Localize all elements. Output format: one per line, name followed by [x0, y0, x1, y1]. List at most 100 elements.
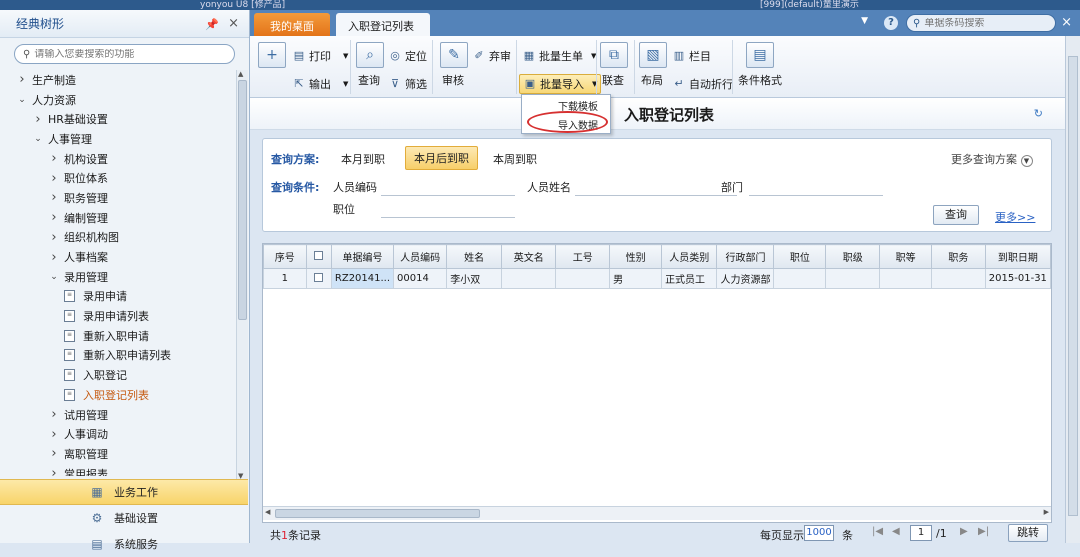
table-cell[interactable]: 1 — [263, 268, 307, 289]
chevron-right-icon[interactable]: › — [48, 446, 60, 461]
chevron-right-icon[interactable]: › — [32, 112, 44, 127]
row-checkbox[interactable] — [314, 272, 324, 282]
scroll-left-icon[interactable]: ◀ — [265, 508, 270, 516]
table-cell[interactable] — [305, 268, 332, 289]
sidebar-scroll-thumb[interactable] — [238, 80, 247, 320]
scroll-up-icon[interactable]: ▲ — [238, 70, 243, 78]
tree-item[interactable]: › 编制管理 — [0, 208, 236, 228]
tree-item[interactable]: ≡ 重新入职申请列表 — [0, 346, 236, 366]
column-header[interactable]: 职务 — [931, 244, 986, 269]
tree-item[interactable]: › 生产制造 — [0, 70, 236, 90]
query-submit-button[interactable]: 查询 — [933, 205, 979, 225]
field-person-code-input[interactable] — [381, 195, 515, 196]
page-input[interactable]: 1 — [910, 525, 932, 541]
sidebar-search-input[interactable] — [34, 48, 215, 60]
column-header[interactable]: 职等 — [879, 244, 933, 269]
grid-hscroll-thumb[interactable] — [275, 509, 480, 518]
chevron-right-icon[interactable]: › — [48, 466, 60, 476]
conditional-format-icon[interactable]: ▤ — [746, 42, 774, 68]
table-cell[interactable]: 2015-01-31 — [984, 268, 1051, 289]
tree-item[interactable]: ⌄ 人力资源 — [0, 90, 236, 110]
tree-item[interactable]: › HR基础设置 — [0, 109, 236, 129]
conditional-format-button[interactable]: 条件格式 — [738, 72, 782, 88]
add-icon[interactable]: + — [258, 42, 286, 68]
table-cell[interactable]: 李小双 — [446, 268, 502, 289]
chevron-right-icon[interactable]: › — [48, 407, 60, 422]
barcode-search[interactable]: ⚲ — [906, 14, 1056, 32]
module-1[interactable]: ⚙ 基础设置 — [0, 505, 248, 531]
pin-icon[interactable]: 📌 — [205, 18, 219, 31]
column-header[interactable]: 职位 — [773, 244, 827, 269]
more-conditions-link[interactable]: 更多>> — [995, 209, 1035, 225]
column-header[interactable]: 英文名 — [500, 244, 557, 269]
tree-item[interactable]: ≡ 入职登记 — [0, 365, 236, 385]
scroll-right-icon[interactable]: ▶ — [1044, 508, 1049, 516]
table-row[interactable]: 1 RZ20141... 00014 李小双 男正式员工 人力资源部 2015-01-31 — [263, 268, 1051, 289]
table-cell[interactable] — [931, 268, 986, 289]
barcode-search-input[interactable] — [924, 17, 1035, 29]
tree-item[interactable]: › 常用报表 — [0, 464, 236, 476]
table-cell[interactable]: 人力资源部 — [716, 268, 775, 289]
page-scrollbar[interactable] — [1065, 36, 1080, 543]
chevron-right-icon[interactable]: › — [48, 230, 60, 245]
query-button[interactable]: 查询 — [358, 72, 380, 88]
export-button[interactable]: ⇱ 输出 ▼ — [292, 76, 348, 92]
table-cell[interactable] — [825, 268, 881, 289]
module-0[interactable]: ▦ 业务工作 — [0, 479, 248, 505]
select-all-checkbox[interactable] — [305, 244, 332, 269]
batch-generate-button[interactable]: ▦ 批量生单 ▼ — [522, 48, 597, 64]
chevron-down-icon[interactable]: ⌄ — [32, 134, 44, 144]
column-header[interactable]: 行政部门 — [716, 244, 775, 269]
tab-current[interactable]: 入职登记列表× — [336, 13, 430, 47]
join-query-icon[interactable]: ⧉ — [600, 42, 628, 68]
tree-item[interactable]: › 组织机构图 — [0, 228, 236, 248]
tree-item[interactable]: › 离职管理 — [0, 444, 236, 464]
table-cell[interactable] — [500, 268, 557, 289]
filter-button[interactable]: ⊽ 筛选 — [388, 76, 427, 92]
layout-icon[interactable]: ▧ — [639, 42, 667, 68]
scheme-this-week[interactable]: 本周到职 — [493, 151, 537, 167]
abandon-audit-button[interactable]: ✐ 弃审 — [472, 48, 511, 64]
table-cell[interactable] — [879, 268, 933, 289]
chevron-right-icon[interactable]: › — [48, 250, 60, 265]
chevron-down-icon[interactable]: ⌄ — [48, 272, 60, 282]
tree-item[interactable]: › 人事档案 — [0, 247, 236, 267]
last-page-icon[interactable]: ▶| — [978, 526, 989, 537]
scheme-after-this-month[interactable]: 本月后到职 — [405, 146, 478, 170]
table-cell[interactable]: 00014 — [393, 268, 448, 289]
tree-item[interactable]: ⌄ 人事管理 — [0, 129, 236, 149]
per-page-input[interactable]: 1000 — [804, 525, 834, 541]
tree-item[interactable]: ≡ 录用申请 — [0, 287, 236, 307]
tree-item[interactable]: › 职务管理 — [0, 188, 236, 208]
page-scroll-thumb[interactable] — [1068, 56, 1078, 516]
layout-button[interactable]: 布局 — [641, 72, 663, 88]
column-header[interactable]: 工号 — [555, 244, 611, 269]
chevron-down-icon[interactable]: ▼ — [861, 16, 868, 26]
query-icon[interactable]: ⌕ — [356, 42, 384, 68]
print-button[interactable]: ▤ 打印 ▼ — [292, 48, 349, 64]
chevron-right-icon[interactable]: › — [48, 210, 60, 225]
auto-wrap-button[interactable]: ↵ 自动折行 — [672, 76, 733, 92]
column-header[interactable]: 姓名 — [446, 244, 502, 269]
chevron-right-icon[interactable]: › — [48, 171, 60, 186]
tree-item[interactable]: ≡ 录用申请列表 — [0, 306, 236, 326]
field-person-name-input[interactable] — [575, 195, 737, 196]
tree-item[interactable]: › 试用管理 — [0, 405, 236, 425]
tree-item[interactable]: › 人事调动 — [0, 424, 236, 444]
table-cell[interactable]: 男 — [609, 268, 663, 289]
first-page-icon[interactable]: |◀ — [872, 526, 883, 537]
tree-item[interactable]: › 职位体系 — [0, 168, 236, 188]
checkbox[interactable] — [314, 250, 324, 260]
batch-import-button[interactable]: ▣ 批量导入 ▼ — [519, 74, 602, 94]
prev-page-icon[interactable]: ◀ — [892, 526, 900, 537]
table-cell[interactable]: RZ20141... — [330, 268, 395, 289]
refresh-icon[interactable]: ↻ — [1034, 107, 1043, 120]
tree-item[interactable]: ≡ 入职登记列表 — [0, 385, 236, 405]
chevron-right-icon[interactable]: › — [48, 151, 60, 166]
column-header[interactable]: 到职日期 — [984, 244, 1051, 269]
tree-item[interactable]: ≡ 重新入职申请 — [0, 326, 236, 346]
join-query-button[interactable]: 联查 — [602, 72, 624, 88]
column-header[interactable]: 职级 — [825, 244, 881, 269]
chevron-right-icon[interactable]: › — [48, 427, 60, 442]
more-schemes[interactable]: 更多查询方案 ▼ — [951, 151, 1033, 167]
